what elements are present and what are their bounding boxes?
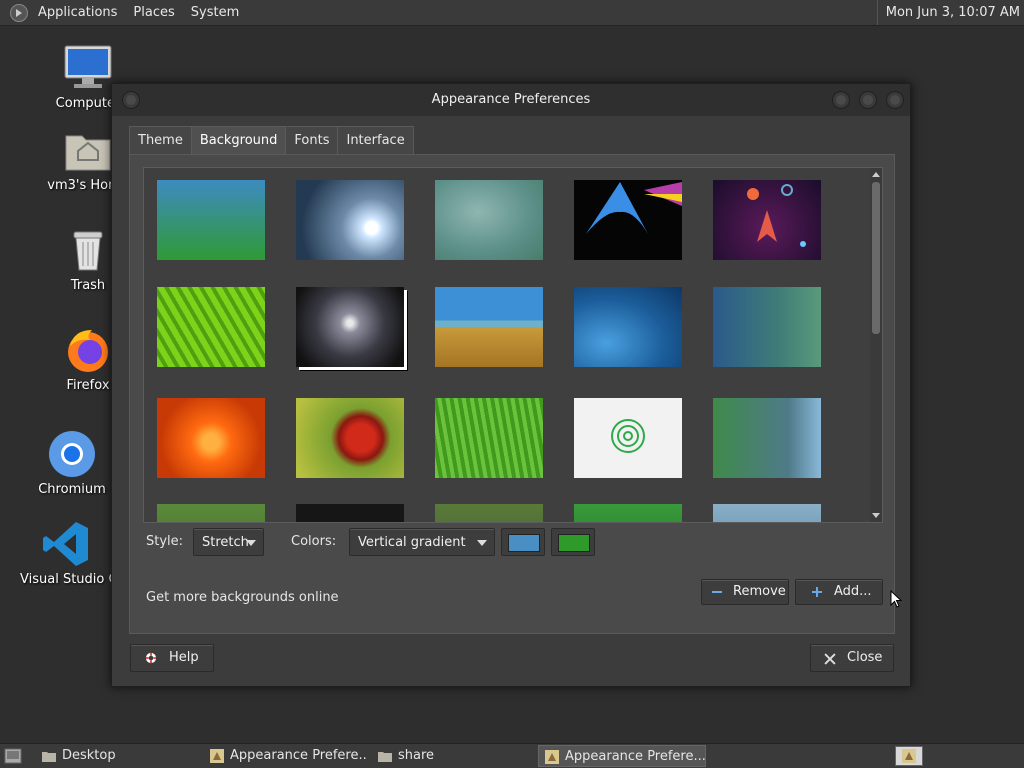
minus-icon — [712, 591, 722, 593]
scrollbar-thumb[interactable] — [872, 182, 880, 334]
wallpaper-thumb[interactable] — [435, 287, 543, 367]
appearance-icon — [545, 750, 559, 764]
wallpaper-thumb[interactable] — [713, 504, 821, 522]
add-button[interactable]: Add... — [795, 579, 883, 605]
add-button-label: Add... — [834, 584, 872, 599]
preferences-notebook: Theme Background Fonts Interface Style: … — [129, 126, 895, 634]
tab-bar: Theme Background Fonts Interface — [129, 126, 414, 154]
appearance-icon — [902, 749, 916, 763]
chromium-icon — [48, 430, 96, 478]
tab-background[interactable]: Background — [190, 126, 287, 154]
remove-button[interactable]: Remove — [701, 579, 789, 605]
scroll-up-icon[interactable] — [872, 172, 880, 177]
colors-combo[interactable]: Vertical gradient — [349, 528, 495, 556]
menu-system[interactable]: System — [183, 5, 247, 20]
bottom-taskbar: Desktop Appearance Prefere... share Appe… — [0, 743, 1024, 768]
home-folder-icon — [64, 126, 112, 174]
desktop-icon-chromium[interactable]: Chromium — [24, 430, 120, 497]
style-label: Style: — [146, 534, 184, 549]
plus-icon — [812, 587, 822, 597]
close-button[interactable]: Close — [810, 644, 894, 672]
taskbar-item-share[interactable]: share — [372, 745, 532, 767]
titlebar[interactable]: Appearance Preferences — [112, 84, 910, 116]
folder-icon — [42, 752, 56, 762]
wallpaper-thumb[interactable] — [574, 180, 682, 260]
colors-label: Colors: — [291, 534, 337, 549]
tab-theme[interactable]: Theme — [129, 126, 192, 154]
firefox-icon — [64, 326, 112, 374]
taskbar-item-desktop[interactable]: Desktop — [36, 745, 196, 767]
menu-applications[interactable]: Applications — [30, 5, 125, 20]
maximize-icon[interactable] — [859, 91, 877, 109]
show-desktop-icon[interactable] — [4, 748, 22, 764]
appearance-icon — [210, 749, 224, 763]
wallpaper-thumb[interactable] — [574, 398, 682, 478]
help-button[interactable]: Help — [130, 644, 214, 672]
window-title: Appearance Preferences — [431, 92, 591, 107]
remove-button-label: Remove — [733, 584, 786, 599]
top-panel: Applications Places System Mon Jun 3, 10… — [0, 0, 1024, 26]
computer-icon — [64, 44, 112, 92]
wallpaper-thumb[interactable] — [157, 180, 265, 260]
primary-color-button[interactable] — [501, 528, 545, 556]
close-window-icon[interactable] — [886, 91, 904, 109]
wallpaper-thumb[interactable] — [435, 180, 543, 260]
close-icon — [824, 653, 836, 665]
scroll-down-icon[interactable] — [872, 513, 880, 518]
desktop-icon-label: Visual Studio Code — [20, 572, 112, 587]
chevron-down-icon — [477, 540, 487, 546]
wallpaper-thumb[interactable] — [435, 398, 543, 478]
wallpaper-thumb[interactable] — [574, 504, 682, 522]
taskbar-item-label: share — [398, 748, 435, 763]
taskbar-item-label: Appearance Prefere... — [565, 749, 706, 764]
taskbar-item-label: Desktop — [62, 748, 116, 763]
wallpaper-thumb[interactable] — [296, 504, 404, 522]
style-combo-value: Stretch — [202, 535, 249, 550]
taskbar-item-appearance-1[interactable]: Appearance Prefere... — [204, 745, 368, 767]
workspace-switcher[interactable] — [895, 746, 923, 766]
help-button-label: Help — [169, 650, 199, 665]
trash-icon — [64, 226, 112, 274]
secondary-color-button[interactable] — [551, 528, 595, 556]
secondary-color-swatch — [558, 534, 590, 552]
wallpaper-gallery[interactable] — [143, 167, 883, 523]
wallpaper-thumb[interactable] — [157, 287, 265, 367]
close-button-label: Close — [847, 650, 883, 665]
wallpaper-thumb[interactable] — [296, 180, 404, 260]
wallpaper-thumb[interactable] — [713, 398, 821, 478]
top-menu: Applications Places System — [0, 0, 247, 25]
minimize-icon[interactable] — [832, 91, 850, 109]
wallpaper-thumb[interactable] — [296, 398, 404, 478]
tab-fonts[interactable]: Fonts — [285, 126, 339, 154]
clock[interactable]: Mon Jun 3, 10:07 AM — [876, 0, 1020, 25]
folder-icon — [378, 752, 392, 762]
style-combo[interactable]: Stretch — [193, 528, 264, 556]
taskbar-item-label: Appearance Prefere... — [230, 748, 368, 763]
help-lifebuoy-icon — [145, 652, 157, 664]
background-tab-panel: Style: Stretch Colors: Vertical gradient… — [129, 154, 895, 634]
primary-color-swatch — [508, 534, 540, 552]
wallpaper-thumb[interactable] — [157, 504, 265, 522]
gallery-scrollbar[interactable] — [870, 168, 882, 522]
desktop-icon-label: Chromium — [38, 482, 106, 497]
appearance-preferences-window: Appearance Preferences Theme Background … — [111, 83, 911, 687]
wallpaper-thumb[interactable] — [157, 398, 265, 478]
wallpaper-thumb[interactable] — [435, 504, 543, 522]
mouse-pointer-icon — [890, 590, 902, 608]
wallpaper-thumb[interactable] — [713, 180, 821, 260]
style-colors-row: Style: Stretch Colors: Vertical gradient — [130, 527, 894, 559]
wallpaper-thumb[interactable] — [713, 287, 821, 367]
wallpaper-thumb[interactable] — [574, 287, 682, 367]
vscode-icon — [42, 520, 90, 568]
desktop-icon-vscode[interactable]: Visual Studio Code — [20, 520, 112, 587]
more-backgrounds-link[interactable]: Get more backgrounds online — [146, 585, 339, 611]
applications-logo-icon[interactable] — [10, 3, 28, 22]
wallpaper-thumb-selected[interactable] — [296, 287, 404, 367]
colors-combo-value: Vertical gradient — [358, 535, 466, 550]
tab-interface[interactable]: Interface — [337, 126, 414, 154]
chevron-down-icon — [246, 540, 256, 546]
taskbar-item-appearance-2[interactable]: Appearance Prefere... — [538, 745, 706, 767]
menu-places[interactable]: Places — [125, 5, 182, 20]
